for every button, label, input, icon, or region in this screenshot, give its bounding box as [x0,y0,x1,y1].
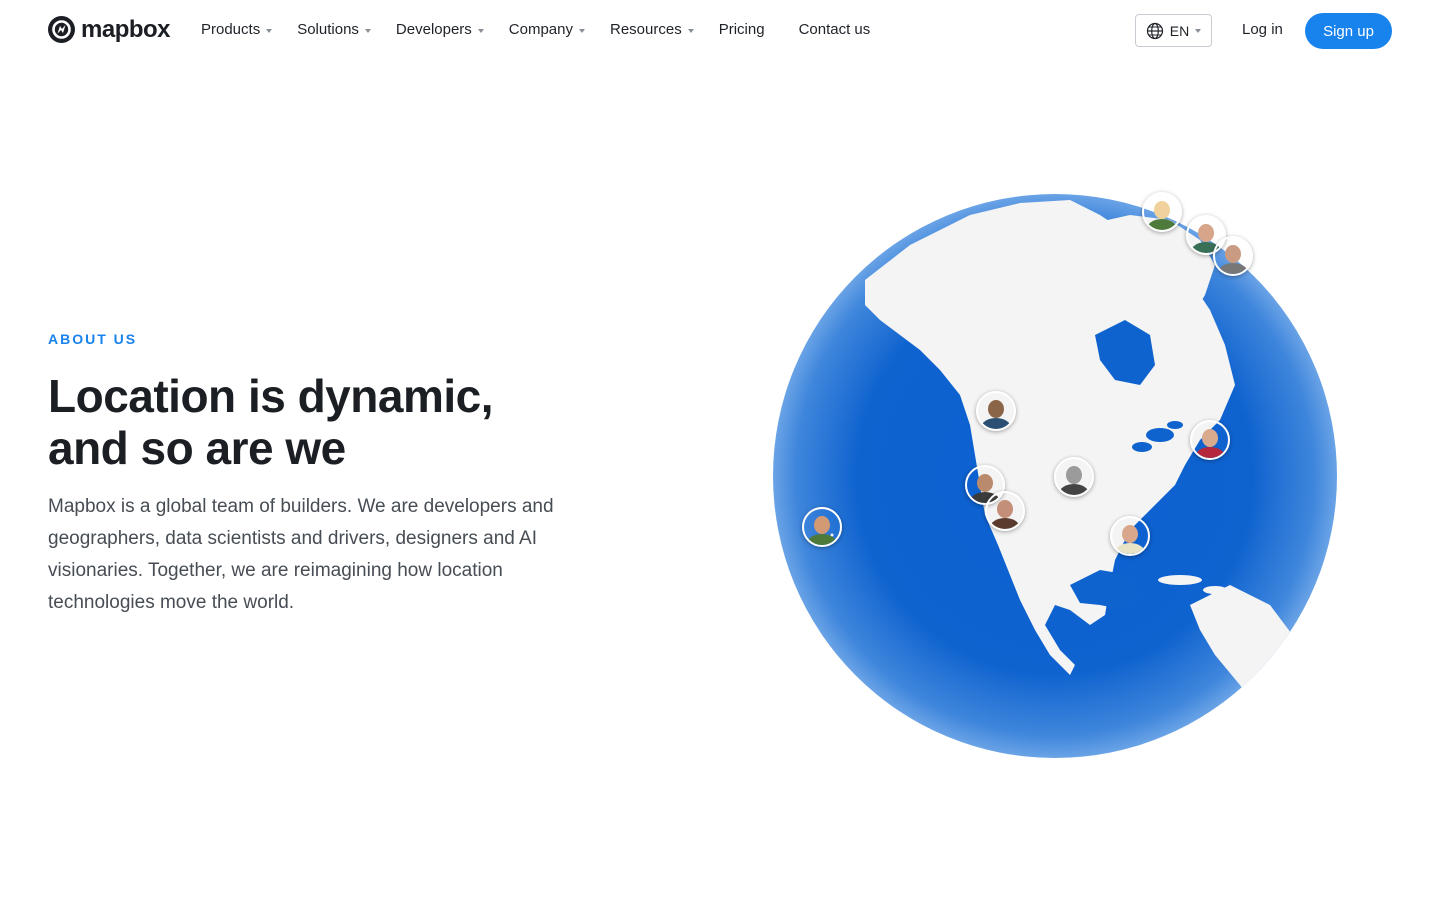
login-link[interactable]: Log in [1242,20,1283,40]
brand-name: mapbox [81,16,171,43]
nav-item-label: Developers [395,21,472,38]
nav-item-label: Solutions [297,21,359,38]
team-member-avatar [1213,236,1253,276]
chevron-down-icon [687,29,694,33]
nav-item-solutions[interactable]: Solutions [297,20,371,40]
chevron-down-icon [1195,28,1202,33]
team-member-avatar [1190,420,1230,460]
nav-item-company[interactable]: Company [509,20,585,40]
section-eyebrow: ABOUT US [48,331,138,347]
nav-item-label: Contact us [798,21,871,38]
chevron-down-icon [364,29,371,33]
chevron-down-icon [266,29,273,33]
nav-item-label: Products [201,21,261,38]
team-member-avatar [802,507,842,547]
hero-description: Mapbox is a global team of builders. We … [48,496,554,613]
mapbox-logo-icon [48,16,75,43]
nav-item-label: Resources [610,21,682,38]
brand-logo[interactable]: mapbox [48,16,171,43]
nav-item-developers[interactable]: Developers [396,20,484,40]
team-member-avatar [976,391,1016,431]
nav-item-resources[interactable]: Resources [610,20,694,40]
chevron-down-icon [579,29,585,33]
page-title-line-1: Location is dynamic, [48,370,494,422]
team-member-avatar [985,491,1025,531]
page-title-line-2: and so are we [48,422,346,474]
globe-icon [1146,22,1163,39]
nav-item-pricing[interactable]: Pricing [719,20,765,40]
page-title: Location is dynamic, and so are we [48,370,648,474]
language-label: EN [1169,22,1190,39]
nav-item-label: Company [508,21,573,38]
chevron-down-icon [477,29,484,33]
team-globe-map [770,185,1350,765]
site-header: mapbox Products Solutions Developers Com… [0,0,1440,62]
nav-item-label: Pricing [718,21,765,38]
team-member-avatar [1142,192,1182,232]
main-nav: Products Solutions Developers Company Re… [201,20,904,40]
nav-item-contact[interactable]: Contact us [799,20,871,40]
team-member-avatar [1054,457,1094,497]
signup-button[interactable]: Sign up [1305,13,1392,49]
nav-item-products[interactable]: Products [201,20,273,40]
team-member-avatar [1110,516,1150,556]
language-selector[interactable]: EN [1135,14,1212,47]
